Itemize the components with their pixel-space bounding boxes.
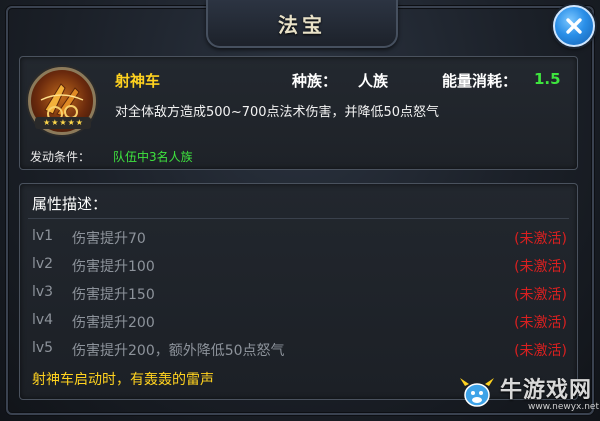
attribute-row: lv3 伤害提升150 (未激活) <box>32 284 567 306</box>
watermark: 牛游戏网 www.newyx.net <box>458 370 600 418</box>
bull-logo-icon <box>460 378 494 407</box>
attributes-title: 属性描述： <box>32 195 108 213</box>
attribute-text: 伤害提升100 <box>72 259 155 275</box>
attribute-text: 伤害提升200，额外降低50点怒气 <box>72 343 285 359</box>
status-badge: (未激活) <box>514 343 567 359</box>
attribute-row: lv4 伤害提升200 (未激活) <box>32 312 567 334</box>
close-button[interactable] <box>553 5 595 47</box>
star-icon: ★ <box>51 118 59 127</box>
attribute-text: 伤害提升150 <box>72 287 155 303</box>
flavor-text: 射神车启动时，有轰轰的雷声 <box>32 372 214 388</box>
title-tab: 法宝 <box>206 0 398 48</box>
level-label: lv4 <box>32 312 54 328</box>
level-label: lv1 <box>32 228 54 244</box>
item-info-panel: ★ ★ ★ ★ ★ 射神车 种族： 人族 能量消耗： 1.5 对全体敌方造成50… <box>19 56 578 170</box>
item-description: 对全体敌方造成500~700点法术伤害，并降低50点怒气 <box>115 105 440 120</box>
condition-value: 队伍中3名人族 <box>113 150 193 164</box>
attributes-panel: 属性描述： lv1 伤害提升70 (未激活) lv2 伤害提升100 (未激活)… <box>19 183 578 400</box>
race-value: 人族 <box>358 72 389 90</box>
attribute-text: 伤害提升70 <box>72 231 146 247</box>
status-badge: (未激活) <box>514 287 567 303</box>
level-label: lv2 <box>32 256 54 272</box>
star-icon: ★ <box>59 118 67 127</box>
watermark-url: www.newyx.net <box>528 402 600 412</box>
status-badge: (未激活) <box>514 315 567 331</box>
status-badge: (未激活) <box>514 231 567 247</box>
attribute-row: lv2 伤害提升100 (未激活) <box>32 256 567 278</box>
energy-value: 1.5 <box>534 70 561 88</box>
star-icon: ★ <box>43 118 51 127</box>
star-icon: ★ <box>67 118 75 127</box>
close-icon <box>566 18 582 34</box>
attribute-row: lv1 伤害提升70 (未激活) <box>32 228 567 250</box>
item-name: 射神车 <box>115 72 161 90</box>
status-badge: (未激活) <box>514 259 567 275</box>
level-label: lv3 <box>32 284 54 300</box>
star-rating: ★ ★ ★ ★ ★ <box>35 117 91 129</box>
race-label: 种族： <box>292 72 338 90</box>
energy-label: 能量消耗： <box>442 72 518 90</box>
divider <box>28 218 569 219</box>
star-icon: ★ <box>75 118 83 127</box>
dialog-title: 法宝 <box>278 12 326 37</box>
level-label: lv5 <box>32 340 54 356</box>
watermark-text: 牛游戏网 <box>500 378 593 403</box>
attribute-row: lv5 伤害提升200，额外降低50点怒气 (未激活) <box>32 340 567 362</box>
attribute-text: 伤害提升200 <box>72 315 155 331</box>
condition-label: 发动条件： <box>30 150 91 164</box>
